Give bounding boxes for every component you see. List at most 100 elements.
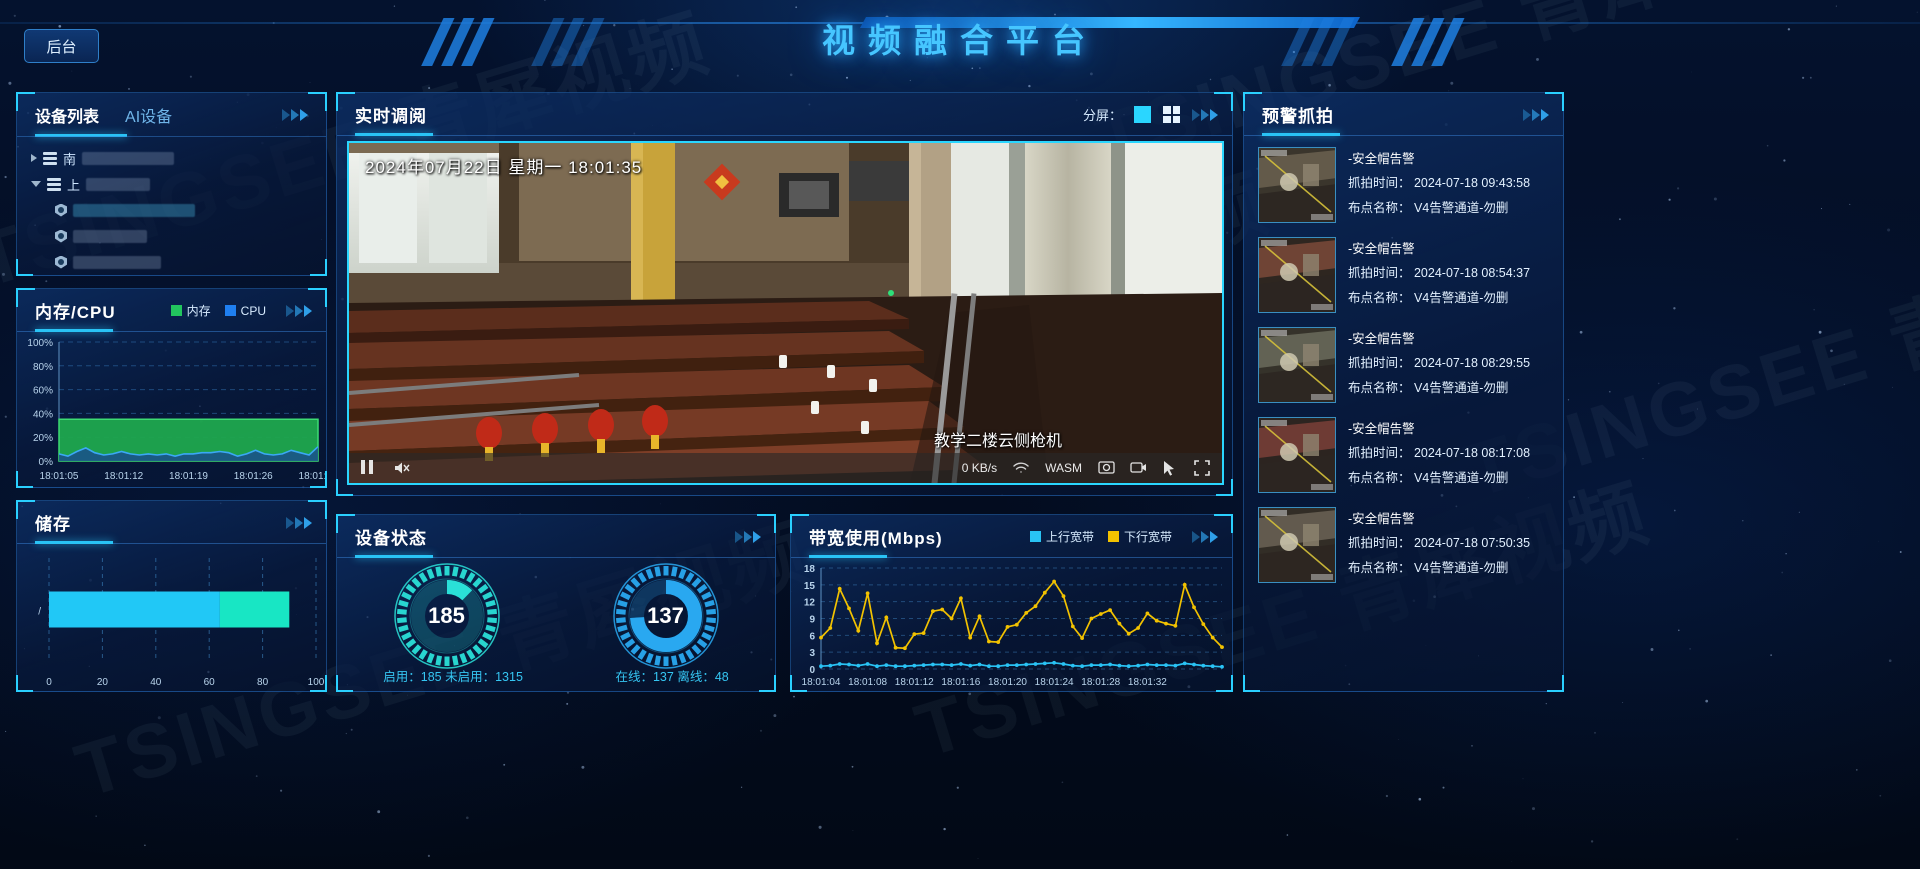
camera-icon xyxy=(55,229,67,243)
redacted-text xyxy=(73,203,195,217)
storage-more-icon[interactable] xyxy=(286,516,312,529)
video-player[interactable]: 2024年07月22日 星期一 18:01:35 教学二楼云侧枪机 0 KB/s… xyxy=(347,141,1224,485)
split-4-icon[interactable] xyxy=(1163,106,1180,123)
alert-list: -安全帽告警 抓拍时间： 2024-07-18 09:43:58 布点名称： V4告… xyxy=(1244,136,1563,590)
svg-text:18:01:12: 18:01:12 xyxy=(895,677,934,688)
storage-panel: 储存 0 20 40 60 80 100 / xyxy=(16,500,327,692)
video-decoder: WASM xyxy=(1045,461,1082,475)
svg-text:60: 60 xyxy=(204,677,216,688)
server-icon xyxy=(47,177,61,191)
live-view-more-icon[interactable] xyxy=(1192,108,1218,121)
memory-cpu-legend: 内存 CPU xyxy=(170,302,312,319)
svg-text:18:01:04: 18:01:04 xyxy=(802,677,841,688)
gauge-online-value: 137 xyxy=(647,603,684,628)
network-icon xyxy=(1013,460,1029,476)
tree-node-camera-1[interactable] xyxy=(27,197,326,223)
memory-cpu-panel: 内存/CPU 内存 CPU 0% 20% 40% 60% 80% 100% 18:01:05… xyxy=(16,288,327,488)
legend-swatch xyxy=(224,304,236,316)
alert-item[interactable]: -安全帽告警 抓拍时间： 2024-07-18 08:54:37 布点名称： V4告… xyxy=(1244,230,1563,320)
bandwidth-more-icon[interactable] xyxy=(1192,530,1218,543)
tree-node-root-1[interactable]: 南 xyxy=(27,145,326,171)
alert-title: -安全帽告警 xyxy=(1348,152,1415,166)
memory-cpu-more-icon[interactable] xyxy=(286,304,312,317)
svg-text:18:01:26: 18:01:26 xyxy=(234,471,273,482)
tab-ai-device[interactable]: AI设备 xyxy=(125,103,172,127)
storage-title: 储存 xyxy=(35,515,71,534)
legend-swatch xyxy=(170,305,182,316)
svg-text:60%: 60% xyxy=(33,386,53,397)
bandwidth-chart: 0 3 6 9 12 15 18 18:01:04 18:01:08 18:01:12 18:01:… xyxy=(802,564,1224,688)
split-screen-label: 分屏： xyxy=(1082,108,1122,123)
svg-text:18:01:24: 18:01:24 xyxy=(1035,677,1074,688)
legend-cpu: CPU xyxy=(224,304,266,318)
video-control-bar: 0 KB/s WASM xyxy=(349,453,1222,483)
panel-rule xyxy=(337,135,1232,136)
memory-cpu-chart: 0% 20% 40% 60% 80% 100% 18:01:05 18:01:12 18:01:… xyxy=(27,338,326,482)
alert-item[interactable]: -安全帽告警 抓拍时间： 2024-07-18 09:43:58 布点名称： V4告… xyxy=(1244,140,1563,230)
svg-text:18:01:05: 18:01:05 xyxy=(40,471,79,482)
video-channel-name: 教学二楼云侧枪机 xyxy=(933,433,1062,450)
redacted-text xyxy=(86,177,151,191)
legend-uplink: 上行宽带 xyxy=(1029,528,1094,545)
alert-place: 布点名称： V4告警通道-勿删 xyxy=(1348,200,1509,215)
fullscreen-button[interactable] xyxy=(1194,460,1210,476)
device-status-panel: 设备状态 185 137 启用：185 未启用：1315 在线：137 离线：4… xyxy=(336,514,776,692)
svg-text:18:01:19: 18:01:19 xyxy=(169,471,208,482)
bandwidth-panel: 带宽使用(Mbps) 上行宽带 下行宽带 0 3 6 9 12 15 18 18:01:04 1… xyxy=(790,514,1233,692)
legend-downlink: 下行宽带 xyxy=(1107,528,1172,545)
gauge-footers: 启用：185 未启用：1315 在线：137 离线：48 xyxy=(337,666,775,685)
alert-title: -安全帽告警 xyxy=(1348,332,1415,346)
alerts-panel: 预警抓拍 -安全帽告警 抓拍时间： 2024-07-18 09:43:58 布点名称… xyxy=(1243,92,1564,692)
device-status-header: 设备状态 xyxy=(337,515,775,558)
tree-node-camera-3[interactable] xyxy=(27,249,326,275)
svg-text:18:01:08: 18:01:08 xyxy=(848,677,887,688)
legend-swatch xyxy=(1107,531,1119,542)
tree-node-camera-2[interactable] xyxy=(27,223,326,249)
alerts-title: 预警抓拍 xyxy=(1262,107,1334,126)
svg-text:18:01:16: 18:01:16 xyxy=(941,677,980,688)
device-list-more-icon[interactable] xyxy=(282,109,308,121)
backstage-button[interactable]: 后台 xyxy=(24,29,99,63)
alert-thumbnail[interactable] xyxy=(1258,507,1336,583)
device-tree: 南 上 xyxy=(17,137,326,275)
alert-place: 布点名称： V4告警通道-勿删 xyxy=(1348,290,1509,305)
cursor-button[interactable] xyxy=(1162,460,1178,476)
alert-item[interactable]: -安全帽告警 抓拍时间： 2024-07-18 08:29:55 布点名称： V4告… xyxy=(1244,320,1563,410)
alert-item[interactable]: -安全帽告警 抓拍时间： 2024-07-18 08:17:08 布点名称： V4告… xyxy=(1244,410,1563,500)
pause-button[interactable] xyxy=(361,460,377,476)
live-view-header: 实时调阅 分屏： xyxy=(337,93,1232,136)
tree-node-label: 南 xyxy=(63,151,77,167)
split-1-icon[interactable] xyxy=(1134,106,1151,123)
tab-device-list[interactable]: 设备列表 xyxy=(35,103,99,127)
alert-thumbnail[interactable] xyxy=(1258,327,1336,403)
chevron-right-icon[interactable] xyxy=(31,154,37,162)
gauge-group: 185 137 xyxy=(337,562,775,670)
alert-place: 布点名称： V4告警通道-勿删 xyxy=(1348,470,1509,485)
alert-body: -安全帽告警 抓拍时间： 2024-07-18 08:29:55 布点名称： V4告… xyxy=(1348,327,1530,403)
panel-rule-highlight xyxy=(1262,133,1340,136)
panel-rule-highlight xyxy=(35,329,113,332)
gauge-enabled-value: 185 xyxy=(428,603,465,628)
record-button[interactable] xyxy=(1130,460,1146,476)
tree-node-root-2[interactable]: 上 xyxy=(27,171,326,197)
alert-thumbnail[interactable] xyxy=(1258,147,1336,223)
alert-thumbnail[interactable] xyxy=(1258,417,1336,493)
alert-item[interactable]: -安全帽告警 抓拍时间： 2024-07-18 07:50:35 布点名称： V4告… xyxy=(1244,500,1563,590)
alert-thumbnail[interactable] xyxy=(1258,237,1336,313)
svg-text:6: 6 xyxy=(809,631,815,642)
svg-text:0%: 0% xyxy=(39,457,54,468)
device-status-more-icon[interactable] xyxy=(735,530,761,543)
svg-text:18:01:12: 18:01:12 xyxy=(104,471,143,482)
svg-text:15: 15 xyxy=(804,581,816,592)
legend-memory: 内存 xyxy=(170,302,211,319)
chevron-down-icon[interactable] xyxy=(31,181,41,187)
alert-body: -安全帽告警 抓拍时间： 2024-07-18 08:54:37 布点名称： V4告… xyxy=(1348,237,1530,313)
mute-button[interactable] xyxy=(393,460,410,476)
snapshot-button[interactable] xyxy=(1098,460,1115,476)
app-header: 视频融合平台 后台 xyxy=(0,0,1920,80)
alerts-more-icon[interactable] xyxy=(1523,108,1549,121)
svg-text:20: 20 xyxy=(97,677,109,688)
svg-text:9: 9 xyxy=(809,615,815,626)
redacted-text xyxy=(82,151,175,165)
alert-time: 抓拍时间： 2024-07-18 08:54:37 xyxy=(1348,266,1531,281)
